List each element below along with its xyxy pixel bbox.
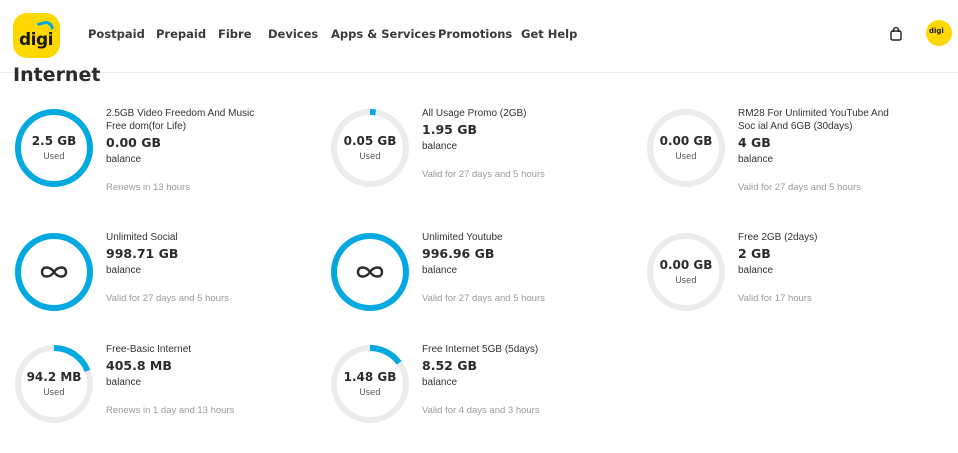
plan-balance-amount: 998.71 GB [106, 246, 179, 261]
plan-balance-amount: 0.00 GB [106, 135, 161, 150]
plan-validity: Valid for 27 days and 5 hours [106, 293, 229, 304]
ring-used-amount: 0.05 GB [343, 134, 397, 148]
plan-info: 2.5GB Video Freedom And Music Free dom(f… [106, 107, 306, 193]
plan-info: Free 2GB (2days) 2 GB balance Valid for 17 … [738, 231, 938, 304]
plan-balance-label: balance [738, 154, 774, 165]
nav-item-fibre[interactable]: Fibre [218, 27, 252, 41]
plan-balance-amount: 8.52 GB [422, 358, 477, 373]
plan-card[interactable]: Unlimited Social 998.71 GB balance Valid fo… [13, 231, 313, 341]
plan-info: Free Internet 5GB (5days) 8.52 GB balance V… [422, 343, 622, 416]
plan-name: 2.5GB Video Freedom And Music Free dom(f… [106, 108, 255, 132]
infinity-icon [40, 266, 68, 278]
plan-balance-amount: 4 GB [738, 135, 771, 150]
nav-item-apps-services[interactable]: Apps & Services [331, 27, 436, 41]
plan-info: RM28 For Unlimited YouTube And Soc ial A… [738, 107, 938, 193]
plan-balance-amount: 2 GB [738, 246, 771, 261]
plan-balance-label: balance [106, 154, 142, 165]
ring-used-label: Used [43, 388, 65, 398]
ring-center: 0.00 GB Used [645, 231, 727, 313]
plan-balance-label: balance [422, 265, 458, 276]
top-header: digi Postpaid Prepaid Fibre Devices Apps… [0, 0, 958, 73]
nav-item-get-help[interactable]: Get Help [521, 27, 577, 41]
plan-balance-label: balance [738, 265, 774, 276]
plan-validity: Valid for 27 days and 5 hours [738, 182, 861, 193]
nav-item-promotions[interactable]: Promotions [438, 27, 512, 41]
ring-center: 1.48 GB Used [329, 343, 411, 425]
ring-used-amount: 94.2 MB [26, 370, 82, 384]
plan-validity: Valid for 17 hours [738, 293, 812, 304]
plan-validity: Renews in 13 hours [106, 182, 190, 193]
ring-used-amount: 0.00 GB [659, 258, 713, 272]
plan-card[interactable]: 2.5 GB Used 2.5GB Video Freedom And Music … [13, 107, 313, 217]
plan-info: Unlimited Youtube 996.96 GB balance Valid f… [422, 231, 622, 304]
plan-info: Free-Basic Internet 405.8 MB balance Renews… [106, 343, 306, 416]
plan-validity: Valid for 4 days and 3 hours [422, 405, 540, 416]
plan-validity: Valid for 27 days and 5 hours [422, 169, 545, 180]
ring-used-amount: 1.48 GB [343, 370, 397, 384]
infinity-icon [356, 266, 384, 278]
ring-used-amount: 0.00 GB [659, 134, 713, 148]
ring-used-amount: 2.5 GB [31, 134, 77, 148]
plan-name: RM28 For Unlimited YouTube And Soc ial A… [738, 108, 889, 132]
ring-center: 0.05 GB Used [329, 107, 411, 189]
plan-balance-amount: 996.96 GB [422, 246, 495, 261]
ring-center: 2.5 GB Used [13, 107, 95, 189]
plan-balance-label: balance [422, 377, 458, 388]
nav-item-devices[interactable]: Devices [268, 27, 318, 41]
nav-item-prepaid[interactable]: Prepaid [156, 27, 206, 41]
plan-name: Free-Basic Internet [106, 344, 192, 355]
nav-item-postpaid[interactable]: Postpaid [88, 27, 145, 41]
plan-card[interactable]: 0.05 GB Used All Usage Promo (2GB) 1.95 GB b… [329, 107, 629, 217]
plan-balance-label: balance [422, 141, 458, 152]
plan-name: All Usage Promo (2GB) [422, 108, 527, 119]
ring-center [13, 231, 95, 313]
plan-card[interactable]: 1.48 GB Used Free Internet 5GB (5days) 8.52… [329, 343, 629, 453]
plan-card[interactable]: 94.2 MB Used Free-Basic Internet 405.8 MB ba… [13, 343, 313, 453]
avatar-label: digi [929, 27, 944, 35]
shopping-bag-icon[interactable] [890, 27, 902, 41]
plan-card[interactable]: 0.00 GB Used RM28 For Unlimited YouTube An… [645, 107, 945, 217]
ring-center: 94.2 MB Used [13, 343, 95, 425]
digi-logo[interactable]: digi [13, 13, 60, 58]
logo-text: digi [19, 30, 54, 50]
plan-name: Free 2GB (2days) [738, 232, 818, 243]
ring-center [329, 231, 411, 313]
plan-info: All Usage Promo (2GB) 1.95 GB balance Valid… [422, 107, 622, 180]
page-title: Internet [13, 64, 101, 86]
plan-balance-amount: 405.8 MB [106, 358, 172, 373]
plan-card[interactable]: Unlimited Youtube 996.96 GB balance Valid f… [329, 231, 629, 341]
plan-validity: Valid for 27 days and 5 hours [422, 293, 545, 304]
plan-validity: Renews in 1 day and 13 hours [106, 405, 235, 416]
plan-name: Unlimited Youtube [422, 232, 503, 243]
plan-balance-amount: 1.95 GB [422, 122, 477, 137]
plan-name: Unlimited Social [106, 232, 178, 243]
ring-used-label: Used [359, 388, 381, 398]
plan-info: Unlimited Social 998.71 GB balance Valid fo… [106, 231, 306, 304]
ring-used-label: Used [675, 276, 697, 286]
ring-used-label: Used [359, 152, 381, 162]
plan-name: Free Internet 5GB (5days) [422, 344, 539, 355]
plan-balance-label: balance [106, 265, 142, 276]
ring-center: 0.00 GB Used [645, 107, 727, 189]
plan-card[interactable]: 0.00 GB Used Free 2GB (2days) 2 GB balance Va… [645, 231, 945, 341]
avatar[interactable]: digi [926, 20, 952, 46]
plan-balance-label: balance [106, 377, 142, 388]
ring-used-label: Used [675, 152, 697, 162]
ring-used-label: Used [43, 152, 65, 162]
